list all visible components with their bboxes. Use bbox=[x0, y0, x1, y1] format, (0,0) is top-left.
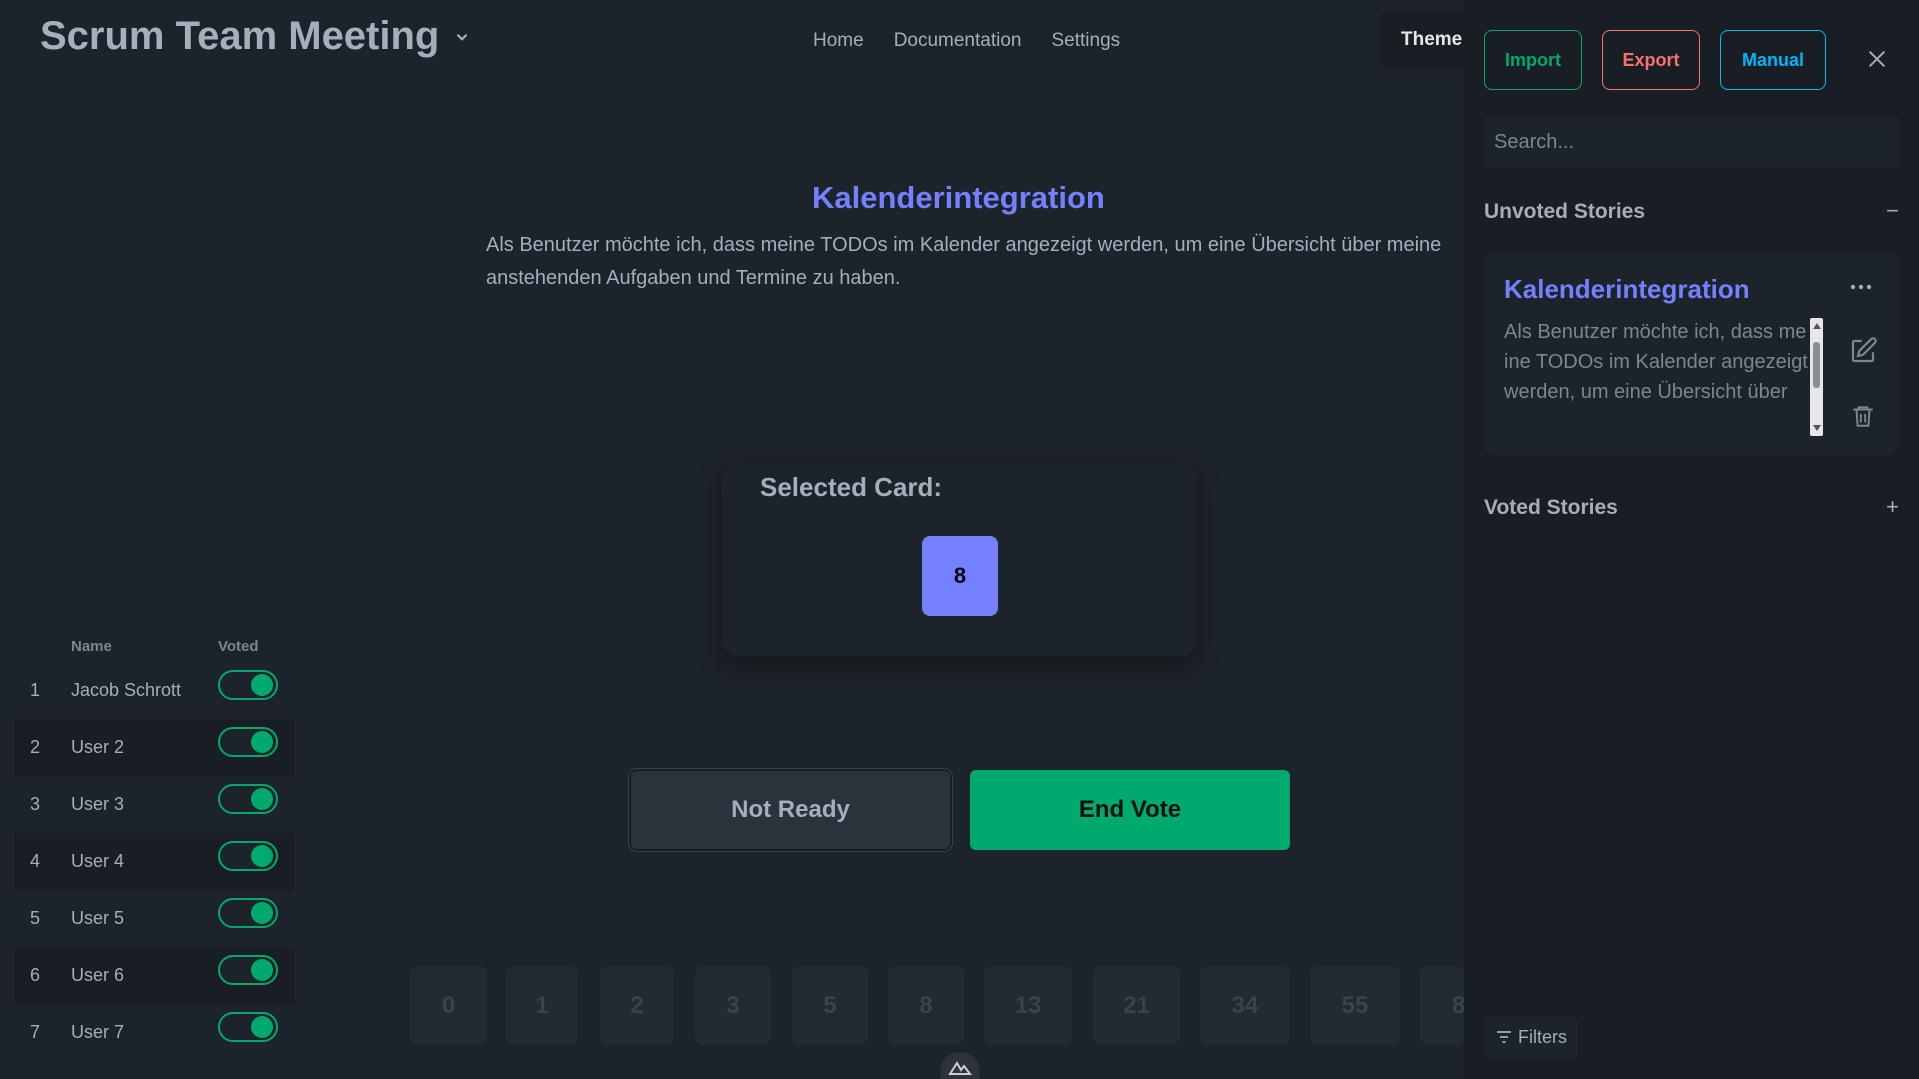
voted-toggle[interactable] bbox=[218, 898, 278, 928]
edit-icon[interactable] bbox=[1848, 336, 1878, 366]
filters-label: Filters bbox=[1518, 1026, 1567, 1047]
meeting-title-dropdown[interactable]: Scrum Team Meeting bbox=[40, 14, 471, 59]
deck-card[interactable]: 2 bbox=[600, 966, 674, 1045]
participants-table: Name Voted 1 Jacob Schrott 2 User 2 3 Us… bbox=[14, 630, 294, 1061]
participant-name: User 6 bbox=[71, 965, 125, 985]
table-row: 5 User 5 bbox=[14, 890, 294, 947]
scroll-up-arrow[interactable] bbox=[1813, 323, 1821, 329]
deck-card[interactable]: 21 bbox=[1093, 966, 1180, 1045]
selected-card: 8 bbox=[922, 536, 998, 616]
story-card[interactable]: Kalenderintegration Als Benutzer möchte … bbox=[1484, 252, 1899, 455]
voted-toggle[interactable] bbox=[218, 1012, 278, 1042]
filters-button[interactable]: Filters bbox=[1484, 1016, 1578, 1058]
table-row: 1 Jacob Schrott bbox=[14, 662, 294, 719]
unvoted-stories-header[interactable]: Unvoted Stories − bbox=[1484, 198, 1899, 224]
toggle-knob bbox=[251, 788, 273, 810]
participant-name: User 3 bbox=[71, 794, 125, 814]
deck-card[interactable]: 55 bbox=[1310, 966, 1400, 1045]
deck-card[interactable]: 13 bbox=[984, 966, 1072, 1045]
manual-button[interactable]: Manual bbox=[1720, 30, 1826, 90]
toggle-knob bbox=[251, 845, 273, 867]
participant-name: User 5 bbox=[71, 908, 125, 928]
participant-name: User 7 bbox=[71, 1022, 125, 1042]
table-row: 6 User 6 bbox=[14, 947, 294, 1004]
deck-card[interactable]: 5 bbox=[792, 966, 868, 1045]
unvoted-stories-heading: Unvoted Stories bbox=[1484, 200, 1646, 223]
deck-card[interactable]: 1 bbox=[506, 966, 578, 1045]
table-row: 2 User 2 bbox=[14, 719, 294, 776]
nav-settings[interactable]: Settings bbox=[1051, 30, 1120, 52]
story-title: Kalenderintegration bbox=[812, 180, 1105, 215]
collapse-icon[interactable]: − bbox=[1886, 198, 1899, 224]
scroll-down-arrow[interactable] bbox=[1813, 425, 1821, 431]
more-options-icon[interactable] bbox=[1850, 284, 1872, 290]
row-number: 7 bbox=[30, 1022, 41, 1042]
table-row: 4 User 4 bbox=[14, 833, 294, 890]
deck-card[interactable]: 0 bbox=[410, 966, 487, 1045]
top-bar: Scrum Team Meeting Home Documentation Se… bbox=[0, 0, 1481, 80]
voted-toggle[interactable] bbox=[218, 727, 278, 757]
not-ready-button[interactable]: Not Ready bbox=[629, 769, 952, 851]
export-button[interactable]: Export bbox=[1602, 30, 1700, 90]
deck-card[interactable]: 8 bbox=[888, 966, 964, 1045]
toggle-knob bbox=[251, 959, 273, 981]
expand-icon[interactable]: + bbox=[1886, 494, 1899, 520]
deck-card[interactable]: 8 bbox=[1420, 966, 1464, 1045]
table-row: 3 User 3 bbox=[14, 776, 294, 833]
column-name: Name bbox=[71, 638, 112, 655]
toggle-knob bbox=[251, 1016, 273, 1038]
participant-name: Jacob Schrott bbox=[71, 680, 182, 700]
voted-toggle[interactable] bbox=[218, 955, 278, 985]
trash-icon[interactable] bbox=[1850, 402, 1876, 430]
row-number: 3 bbox=[30, 794, 41, 814]
toggle-knob bbox=[251, 674, 273, 696]
framework-logo bbox=[940, 1052, 980, 1079]
nav-documentation[interactable]: Documentation bbox=[894, 30, 1022, 52]
story-description: Als Benutzer möchte ich, dass meine TODO… bbox=[486, 234, 1442, 289]
import-button[interactable]: Import bbox=[1484, 30, 1582, 90]
deck-card[interactable]: 34 bbox=[1200, 966, 1290, 1045]
selected-card-panel: Selected Card: 8 bbox=[722, 462, 1196, 656]
story-card-description: Als Benutzer möchte ich, dass meine TODO… bbox=[1504, 321, 1808, 403]
mountain-icon bbox=[948, 1061, 972, 1075]
end-vote-button[interactable]: End Vote bbox=[970, 770, 1290, 850]
meeting-title: Scrum Team Meeting bbox=[40, 14, 440, 58]
table-row: 7 User 7 bbox=[14, 1004, 294, 1061]
voted-toggle[interactable] bbox=[218, 841, 278, 871]
voted-toggle[interactable] bbox=[218, 784, 278, 814]
chevron-down-icon bbox=[457, 33, 468, 41]
row-number: 5 bbox=[30, 908, 41, 928]
participant-name: User 4 bbox=[71, 851, 125, 871]
voted-stories-header[interactable]: Voted Stories + bbox=[1484, 494, 1899, 520]
filter-icon bbox=[1497, 1031, 1511, 1043]
toggle-knob bbox=[251, 902, 273, 924]
story-card-title: Kalenderintegration bbox=[1504, 274, 1750, 304]
row-number: 2 bbox=[30, 737, 41, 757]
close-icon[interactable] bbox=[1866, 48, 1888, 70]
scroll-thumb[interactable] bbox=[1813, 342, 1820, 388]
row-number: 1 bbox=[30, 680, 41, 700]
nav-home[interactable]: Home bbox=[813, 30, 864, 52]
search-input[interactable] bbox=[1484, 116, 1899, 168]
deck-card[interactable]: 3 bbox=[695, 966, 771, 1045]
table-header: Name Voted bbox=[14, 630, 294, 662]
scrollbar[interactable] bbox=[1810, 318, 1823, 436]
selected-card-label: Selected Card: bbox=[760, 472, 943, 502]
voted-stories-heading: Voted Stories bbox=[1484, 496, 1618, 519]
stories-drawer: Import Export Manual Unvoted Stories − K… bbox=[1464, 0, 1919, 1079]
row-number: 4 bbox=[30, 851, 41, 871]
participant-name: User 2 bbox=[71, 737, 125, 757]
main-nav: Home Documentation Settings bbox=[813, 30, 1120, 52]
toggle-knob bbox=[251, 731, 273, 753]
row-number: 6 bbox=[30, 965, 41, 985]
voted-toggle[interactable] bbox=[218, 670, 278, 700]
column-voted: Voted bbox=[218, 638, 259, 655]
